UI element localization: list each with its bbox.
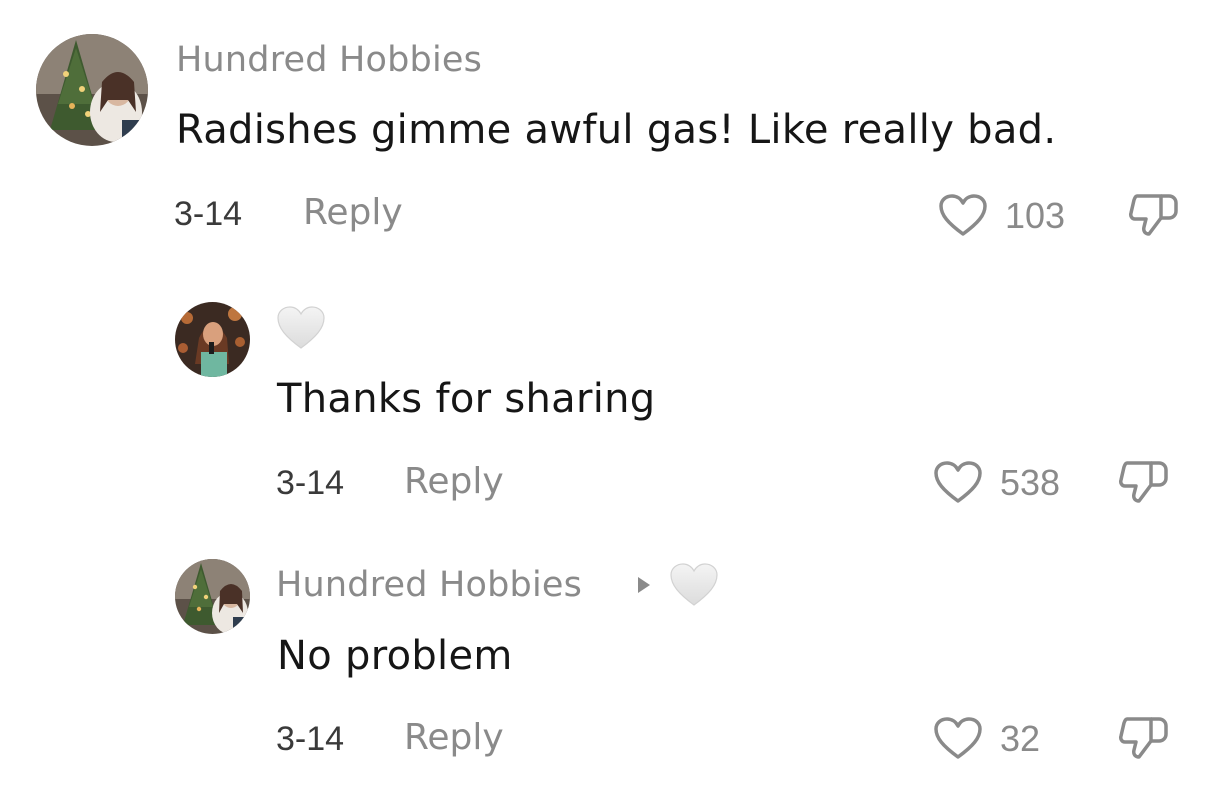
comment-username[interactable]: Hundred Hobbies	[276, 565, 582, 605]
avatar[interactable]	[175, 559, 250, 634]
thumbs-down-icon[interactable]	[1127, 192, 1181, 238]
like-count: 103	[1005, 195, 1066, 236]
reply-button[interactable]: Reply	[404, 717, 504, 758]
reply-button[interactable]: Reply	[404, 461, 504, 502]
white-heart-icon	[276, 305, 326, 351]
comment-date: 3-14	[174, 195, 243, 233]
thumbs-down-icon[interactable]	[1117, 715, 1171, 761]
like-count: 32	[1000, 718, 1041, 759]
avatar[interactable]	[36, 34, 148, 146]
heart-outline-icon[interactable]	[933, 716, 983, 760]
comment-date: 3-14	[276, 720, 345, 758]
comment-username[interactable]: Hundred Hobbies	[176, 40, 482, 80]
comment-text: No problem	[277, 633, 513, 679]
avatar[interactable]	[175, 302, 250, 377]
comment-text: Radishes gimme awful gas! Like really ba…	[176, 107, 1057, 153]
comment-text: Thanks for sharing	[277, 376, 656, 422]
caret-right-icon	[636, 575, 652, 595]
heart-outline-icon[interactable]	[938, 193, 988, 237]
white-heart-icon	[669, 562, 719, 608]
heart-outline-icon[interactable]	[933, 460, 983, 504]
like-count: 538	[1000, 462, 1061, 503]
reply-button[interactable]: Reply	[303, 192, 403, 233]
thumbs-down-icon[interactable]	[1117, 459, 1171, 505]
comment-date: 3-14	[276, 464, 345, 502]
